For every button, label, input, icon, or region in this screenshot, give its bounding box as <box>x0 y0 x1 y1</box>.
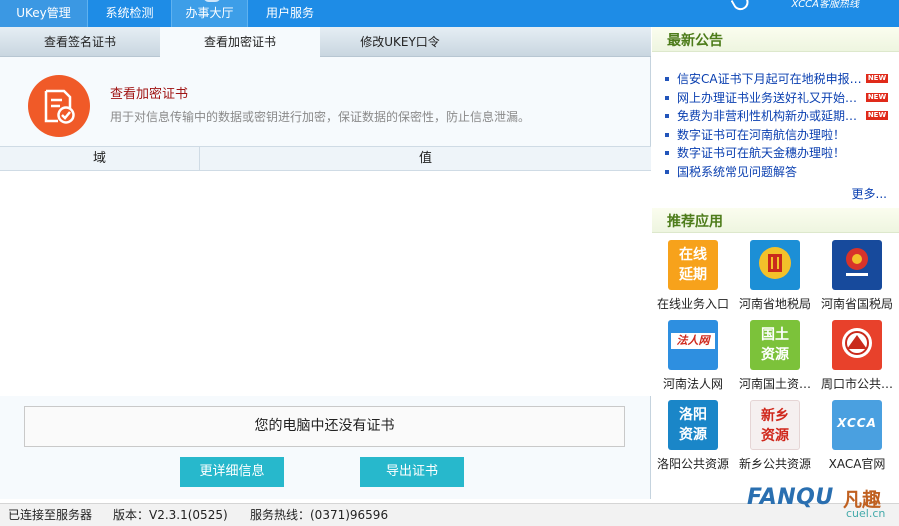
bullet-icon <box>665 77 669 81</box>
new-badge: NEW <box>866 111 888 121</box>
announcement-item[interactable]: 数字证书可在河南航信办理啦！ <box>662 126 892 145</box>
online-renewal-icon: 在线 延期 <box>668 240 718 290</box>
announcement-item[interactable]: 数字证书可在航天金穗办理啦！ <box>662 144 892 163</box>
bullet-icon <box>665 132 669 137</box>
announcement-item[interactable]: 网上办理证书业务送好礼又开始… NEW <box>662 89 892 108</box>
app-label: 在线业务入口 <box>656 297 729 311</box>
tab-view-encryption-cert[interactable]: 查看加密证书 <box>160 27 320 57</box>
app-henan-land-resources[interactable]: 国土 资源 河南国土资… <box>734 320 816 392</box>
legal-person-icon: 法人网 <box>668 320 718 370</box>
new-badge: NEW <box>866 92 888 102</box>
nav-tab-system-check[interactable]: 系统检测 <box>88 0 172 27</box>
announcement-list: 信安CA证书下月起可在地税申报… NEW 网上办理证书业务送好礼又开始… NEW 免… <box>662 70 892 182</box>
tab-change-ukey-password[interactable]: 修改UKEY口令 <box>320 27 480 57</box>
nav-tab-user-service[interactable]: 用户服务 <box>248 0 332 27</box>
announcement-text[interactable]: 信安CA证书下月起可在地税申报… <box>677 70 862 88</box>
main-panel: 查看加密证书 用于对信息传输中的数据或密钥进行加密，保证数据的保密性，防止信息泄… <box>0 57 651 499</box>
announcement-text[interactable]: 数字证书可在河南航信办理啦！ <box>677 126 845 144</box>
bullet-icon <box>665 114 669 119</box>
xaca-logo-icon: XCCA <box>832 400 882 450</box>
app-label: 河南省国税局 <box>820 297 893 311</box>
cert-table-body <box>0 171 651 396</box>
app-zhoukou-public[interactable]: 周口市公共… <box>816 320 898 392</box>
app-xaca-official[interactable]: XCCA XACA官网 <box>816 400 898 472</box>
details-button[interactable]: 更详细信息 <box>180 457 284 487</box>
nav-tab-ukey[interactable]: UKey管理 <box>0 0 88 27</box>
announcement-text[interactable]: 网上办理证书业务送好礼又开始… <box>677 89 857 107</box>
top-navigation: UKey管理 系统检测 办事大厅 用户服务 XCCA客服热线 <box>0 0 899 27</box>
watermark-domain: cuel.cn <box>846 507 886 520</box>
tab-view-signature-cert[interactable]: 查看签名证书 <box>0 27 160 57</box>
connection-status: 已连接至服务器 <box>8 508 93 522</box>
announcement-text[interactable]: 数字证书可在航天金穗办理啦！ <box>677 144 845 162</box>
column-header-field[interactable]: 域 <box>0 147 199 171</box>
xinxiang-resources-icon: 新乡 资源 <box>750 400 800 450</box>
hotline-text: 服务热线：(0371)96596 <box>250 508 389 522</box>
app-label: 河南国土资… <box>738 377 811 391</box>
bullet-icon <box>665 151 669 156</box>
export-cert-button[interactable]: 导出证书 <box>360 457 464 487</box>
apps-title: 推荐应用 <box>667 214 723 230</box>
app-xinxiang-public-resources[interactable]: 新乡 资源 新乡公共资源 <box>734 400 816 472</box>
national-tax-emblem-icon <box>832 240 882 290</box>
app-label: 新乡公共资源 <box>738 457 811 471</box>
brand-swoosh-icon <box>730 0 752 14</box>
zhoukou-emblem-icon <box>832 320 882 370</box>
no-cert-message: 您的电脑中还没有证书 <box>24 406 625 447</box>
app-label: 洛阳公共资源 <box>656 457 729 471</box>
announcement-text[interactable]: 国税系统常见问题解答 <box>677 163 797 181</box>
watermark-logo: FANQU 凡趣 cuel.cn <box>731 481 899 523</box>
version-text: 版本：V2.3.1(0525) <box>113 508 228 522</box>
app-luoyang-public-resources[interactable]: 洛阳 资源 洛阳公共资源 <box>652 400 734 472</box>
announcement-item[interactable]: 免费为非营利性机构新办或延期… NEW <box>662 107 892 126</box>
local-tax-emblem-icon <box>750 240 800 290</box>
brand-hotline: XCCA客服热线 <box>791 0 859 10</box>
app-henan-national-tax[interactable]: 河南省国税局 <box>816 240 898 312</box>
announcements-header: 最新公告 <box>652 27 899 52</box>
announcement-item[interactable]: 信安CA证书下月起可在地税申报… NEW <box>662 70 892 89</box>
app-henan-legal-person[interactable]: 法人网 河南法人网 <box>652 320 734 392</box>
cert-description: 用于对信息传输中的数据或密钥进行加密，保证数据的保密性，防止信息泄漏。 <box>110 110 531 124</box>
announcement-text[interactable]: 免费为非营利性机构新办或延期… <box>677 107 857 125</box>
right-panel: 最新公告 信安CA证书下月起可在地税申报… NEW 网上办理证书业务送好礼又开始…… <box>652 27 899 503</box>
bullet-icon <box>665 169 669 174</box>
app-henan-local-tax[interactable]: 河南省地税局 <box>734 240 816 312</box>
announcement-item[interactable]: 国税系统常见问题解答 <box>662 163 892 182</box>
app-label: 河南法人网 <box>662 377 723 391</box>
app-online-business[interactable]: 在线 延期 在线业务入口 <box>652 240 734 312</box>
cert-title: 查看加密证书 <box>110 87 189 102</box>
luoyang-resources-icon: 洛阳 资源 <box>668 400 718 450</box>
announcements-title: 最新公告 <box>667 33 723 49</box>
land-resources-icon: 国土 资源 <box>750 320 800 370</box>
cert-table-header: 域 值 <box>0 146 651 171</box>
watermark-text: FANQU <box>747 485 834 510</box>
apps-header: 推荐应用 <box>652 208 899 233</box>
app-label: 河南省地税局 <box>738 297 811 311</box>
encryption-cert-icon <box>28 75 90 137</box>
nav-tab-service-hall[interactable]: 办事大厅 <box>172 0 248 27</box>
new-badge: NEW <box>866 74 888 83</box>
bullet-icon <box>665 95 669 100</box>
more-announcements-link[interactable]: 更多... <box>852 185 887 202</box>
certificate-subtabs: 查看签名证书 查看加密证书 修改UKEY口令 <box>0 27 651 57</box>
app-label: 周口市公共… <box>820 377 893 391</box>
app-label: XACA官网 <box>828 457 886 471</box>
column-header-value[interactable]: 值 <box>200 147 651 171</box>
